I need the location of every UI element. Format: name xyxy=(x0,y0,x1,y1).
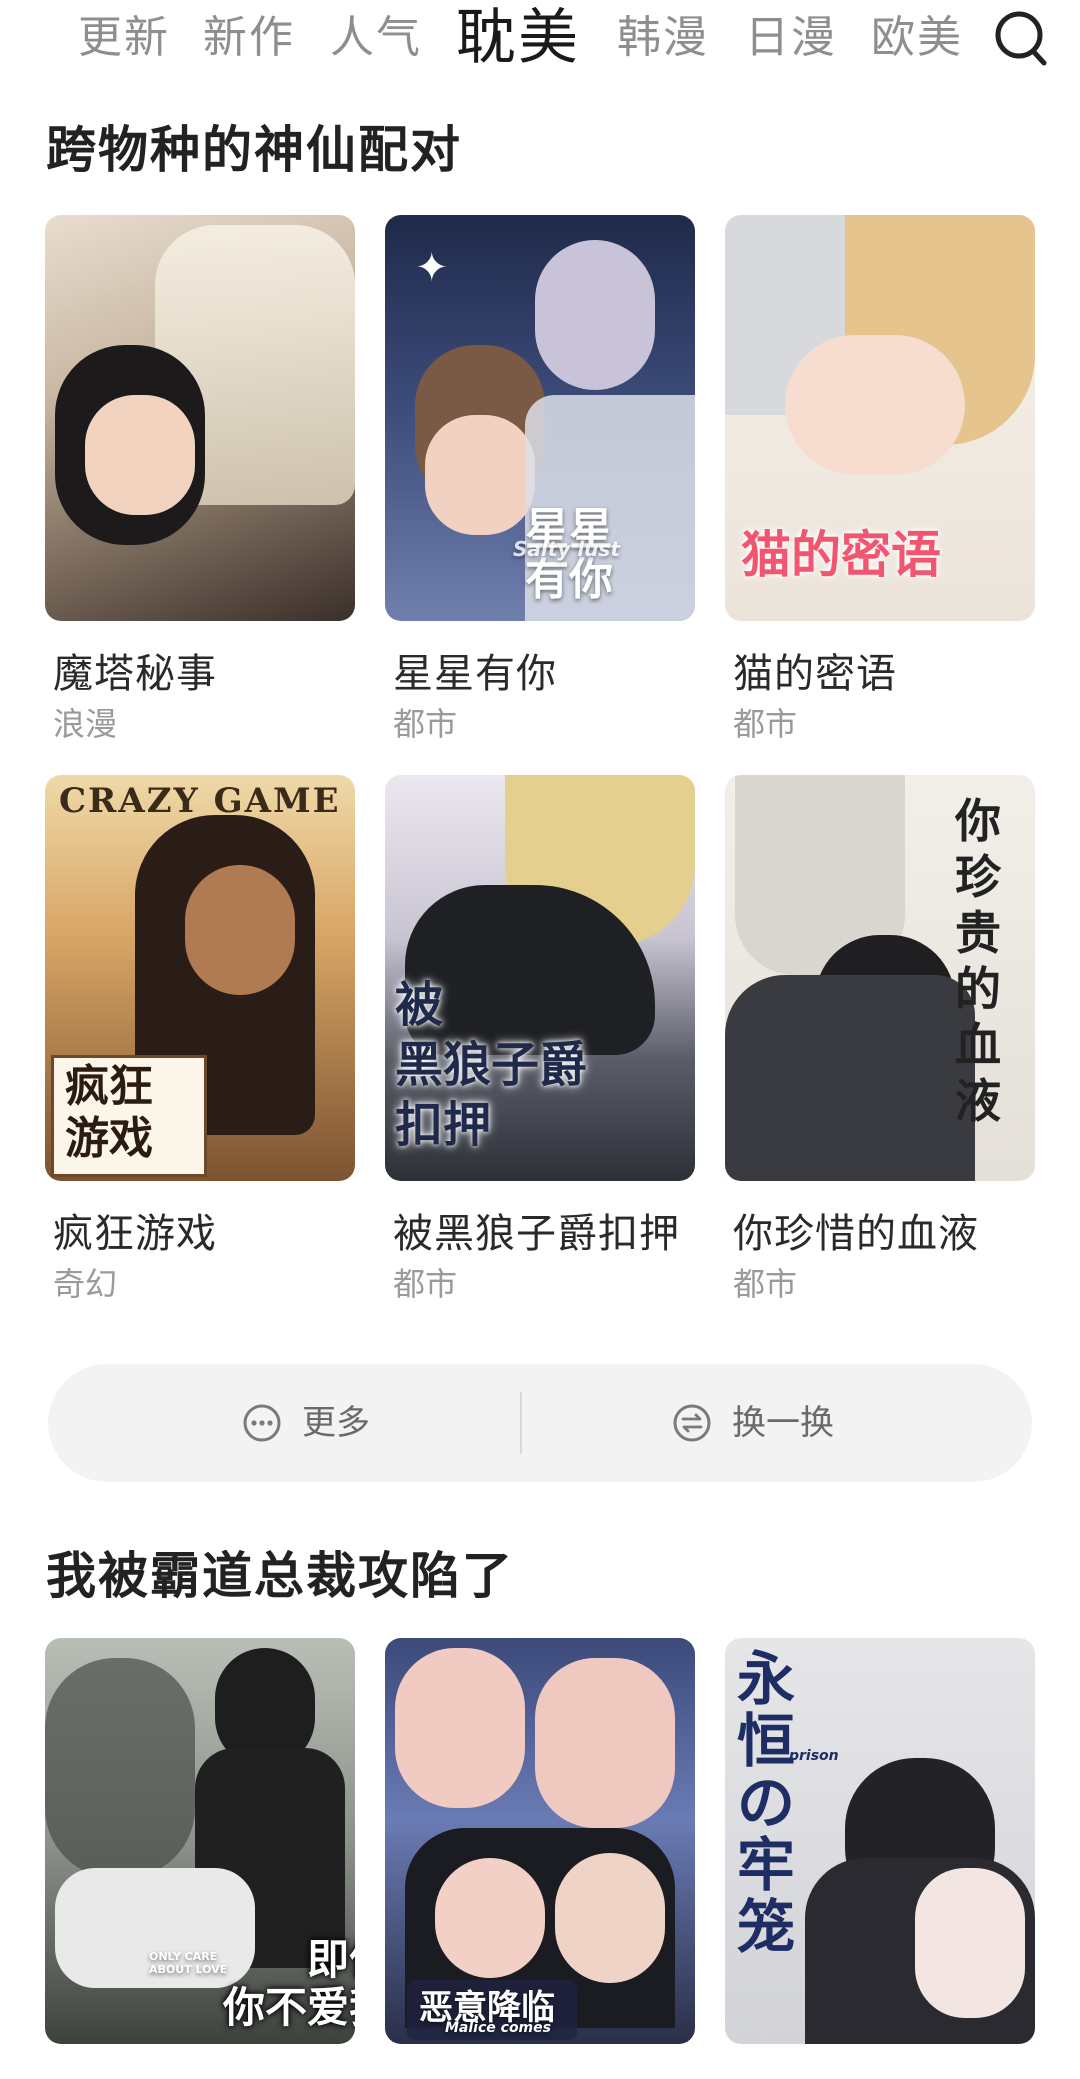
comic-genre: 浪漫 xyxy=(53,705,118,743)
comic-genre: 都市 xyxy=(733,1265,798,1303)
tab-korean[interactable]: 韩漫 xyxy=(617,8,709,68)
category-tab-bar: 更新 新作 人气 耽美 韩漫 日漫 欧美 xyxy=(0,0,1080,80)
cover-title-text: 被 黑狼子爵 扣押 xyxy=(395,977,588,1153)
comic-category-page: 更新 新作 人气 耽美 韩漫 日漫 欧美 跨物种的神仙配对 魔塔秘事 浪漫 ✦ … xyxy=(0,0,1080,2079)
cover-title-text: 永恒の牢笼 xyxy=(737,1645,796,1961)
tab-japanese[interactable]: 日漫 xyxy=(745,8,837,68)
cover-title-text: 你珍贵的血液 xyxy=(955,794,1001,1128)
comic-cover: 你珍贵的血液 xyxy=(725,775,1035,1181)
tab-popular[interactable]: 人气 xyxy=(330,8,422,68)
tab-update[interactable]: 更新 xyxy=(78,8,170,68)
cover-subtitle-text: CRAZY GAME xyxy=(59,781,341,821)
cover-title-text: 疯狂 游戏 xyxy=(65,1061,153,1164)
refresh-button[interactable]: 换一换 xyxy=(524,1364,994,1482)
comic-cover: CRAZY GAME 疯狂 游戏 xyxy=(45,775,355,1181)
section-title: 我被霸道总裁攻陷了 xyxy=(46,1547,514,1605)
comic-title: 你珍惜的血液 xyxy=(733,1211,979,1257)
search-button[interactable] xyxy=(993,8,1049,68)
tab-western[interactable]: 欧美 xyxy=(871,8,963,68)
more-label: 更多 xyxy=(302,1403,370,1443)
comic-genre: 奇幻 xyxy=(53,1265,118,1303)
refresh-swap-icon xyxy=(673,1404,711,1442)
more-dots-icon xyxy=(243,1404,281,1442)
comic-genre: 都市 xyxy=(733,705,798,743)
comic-cover: 永恒の牢笼 prison xyxy=(725,1638,1035,2044)
comic-cover xyxy=(45,215,355,621)
comic-title: 疯狂游戏 xyxy=(53,1211,217,1257)
comic-title: 星星有你 xyxy=(393,651,557,697)
tab-new[interactable]: 新作 xyxy=(203,8,295,68)
comic-cover: 被 黑狼子爵 扣押 xyxy=(385,775,695,1181)
cover-title-text: 猫的密语 xyxy=(741,526,941,584)
cover-subtitle-text: Salty lust xyxy=(513,537,620,561)
tab-bl[interactable]: 耽美 xyxy=(456,0,580,76)
comic-genre: 都市 xyxy=(393,1265,458,1303)
comic-cover: 即便 你不爱我 ONLY CARE ABOUT LOVE xyxy=(45,1638,355,2044)
refresh-label: 换一换 xyxy=(732,1403,834,1443)
comic-cover: 猫的密语 xyxy=(725,215,1035,621)
comic-title: 魔塔秘事 xyxy=(53,651,217,697)
section-action-bar: 更多 换一换 xyxy=(48,1364,1032,1482)
search-icon xyxy=(995,11,1047,66)
comic-title: 被黑狼子爵扣押 xyxy=(393,1211,680,1257)
comic-genre: 都市 xyxy=(393,705,458,743)
sparkle-icon: ✦ xyxy=(415,245,449,291)
comic-title: 猫的密语 xyxy=(733,651,897,697)
comic-cover: 恶意降临 Malice comes xyxy=(385,1638,695,2044)
comic-cover: ✦ 星星 有你 Salty lust xyxy=(385,215,695,621)
cover-subtitle-text: Malice comes xyxy=(445,2020,551,2036)
cover-subtitle-text: prison xyxy=(789,1748,839,1764)
section-title: 跨物种的神仙配对 xyxy=(46,121,462,179)
divider xyxy=(520,1392,522,1454)
cover-title-text: 即便 你不爱我 xyxy=(223,1935,355,2032)
cover-subtitle-text: ONLY CARE ABOUT LOVE xyxy=(149,1950,228,1976)
more-button[interactable]: 更多 xyxy=(48,1364,518,1482)
